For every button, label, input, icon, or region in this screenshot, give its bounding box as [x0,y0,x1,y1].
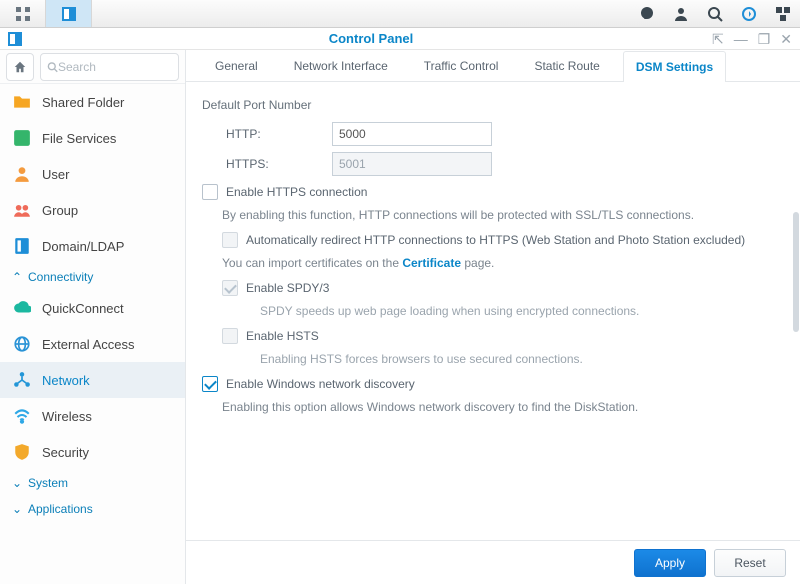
sidebar-item-network[interactable]: Network [0,362,185,398]
cert-help: You can import certificates on the Certi… [202,256,784,270]
enable-https-checkbox[interactable]: Enable HTTPS connection [202,184,784,200]
sidebar-item-label: External Access [42,337,135,352]
search-icon[interactable] [698,0,732,27]
chevron-up-icon: ⌃ [12,270,22,284]
http-label: HTTP: [202,127,332,141]
pin-icon[interactable]: ⇱ [712,32,724,46]
tab-dsm-settings[interactable]: DSM Settings [623,51,726,82]
app-icon [0,31,30,47]
sidebar-item-label: File Services [42,131,116,146]
close-icon[interactable]: ✕ [780,32,792,46]
sidebar-item-label: Wireless [42,409,92,424]
person-icon [12,164,32,184]
sidebar-item-label: Shared Folder [42,95,124,110]
cloud-icon [12,298,32,318]
scrollbar[interactable] [792,82,800,540]
sidebar-item-group[interactable]: Group [0,192,185,228]
search-box[interactable] [40,53,179,81]
sidebar-item-shared-folder[interactable]: Shared Folder [0,84,185,120]
window-titlebar: Control Panel ⇱ — ❐ ✕ [0,28,800,50]
refresh-icon[interactable] [732,0,766,27]
content-panel: General Network Interface Traffic Contro… [186,50,800,584]
sidebar-item-file-services[interactable]: File Services [0,120,185,156]
sidebar-item-user[interactable]: User [0,156,185,192]
people-icon [12,200,32,220]
chevron-down-icon: ⌄ [12,502,22,516]
sidebar-item-label: QuickConnect [42,301,124,316]
taskbar-controlpanel-button[interactable] [46,0,92,27]
sidebar-item-label: Security [42,445,89,460]
sidebar-group-applications[interactable]: ⌄Applications [0,496,185,522]
reset-button[interactable]: Reset [714,549,786,577]
chat-icon[interactable] [630,0,664,27]
sidebar-item-label: User [42,167,69,182]
sidebar: Shared Folder File Services User Group D… [0,50,186,584]
taskbar-apps-button[interactable] [0,0,46,27]
minimize-icon[interactable]: — [734,32,748,46]
footer: Apply Reset [186,540,800,584]
auto-redirect-checkbox: Automatically redirect HTTP connections … [202,232,784,248]
tab-general[interactable]: General [202,50,271,81]
tab-traffic-control[interactable]: Traffic Control [411,50,512,81]
home-button[interactable] [6,53,34,81]
hsts-help: Enabling HSTS forces browsers to use sec… [202,352,784,366]
grid-icon [12,128,32,148]
search-input[interactable] [58,60,172,74]
windows-discovery-help: Enabling this option allows Windows netw… [202,400,784,414]
settings-form: Default Port Number HTTP: HTTPS: Enable … [186,82,800,540]
folder-icon [12,92,32,112]
sidebar-item-label: Domain/LDAP [42,239,124,254]
sidebar-item-label: Network [42,373,90,388]
window-title: Control Panel [30,31,712,46]
tab-bar: General Network Interface Traffic Contro… [186,50,800,82]
https-label: HTTPS: [202,157,332,171]
enable-hsts-checkbox: Enable HSTS [202,328,784,344]
sidebar-item-external-access[interactable]: External Access [0,326,185,362]
section-title: Default Port Number [202,98,784,112]
book-icon [12,236,32,256]
enable-spdy-checkbox: Enable SPDY/3 [202,280,784,296]
maximize-icon[interactable]: ❐ [758,32,771,46]
sidebar-group-connectivity[interactable]: ⌃Connectivity [0,264,185,290]
https-help: By enabling this function, HTTP connecti… [202,208,784,222]
sidebar-item-label: Group [42,203,78,218]
taskbar [0,0,800,28]
scrollbar-thumb[interactable] [793,212,799,332]
https-port-input [332,152,492,176]
certificate-link[interactable]: Certificate [402,256,461,270]
user-icon[interactable] [664,0,698,27]
network-icon [12,370,32,390]
sidebar-group-system[interactable]: ⌄System [0,470,185,496]
chevron-down-icon: ⌄ [12,476,22,490]
search-icon [47,61,58,73]
sidebar-item-security[interactable]: Security [0,434,185,470]
tab-network-interface[interactable]: Network Interface [281,50,401,81]
sidebar-item-wireless[interactable]: Wireless [0,398,185,434]
shield-icon [12,442,32,462]
http-port-input[interactable] [332,122,492,146]
tab-static-route[interactable]: Static Route [521,50,612,81]
sidebar-item-quickconnect[interactable]: QuickConnect [0,290,185,326]
spdy-help: SPDY speeds up web page loading when usi… [202,304,784,318]
widgets-icon[interactable] [766,0,800,27]
sidebar-item-domain-ldap[interactable]: Domain/LDAP [0,228,185,264]
globe-icon [12,334,32,354]
apply-button[interactable]: Apply [634,549,706,577]
wifi-icon [12,406,32,426]
windows-discovery-checkbox[interactable]: Enable Windows network discovery [202,376,784,392]
